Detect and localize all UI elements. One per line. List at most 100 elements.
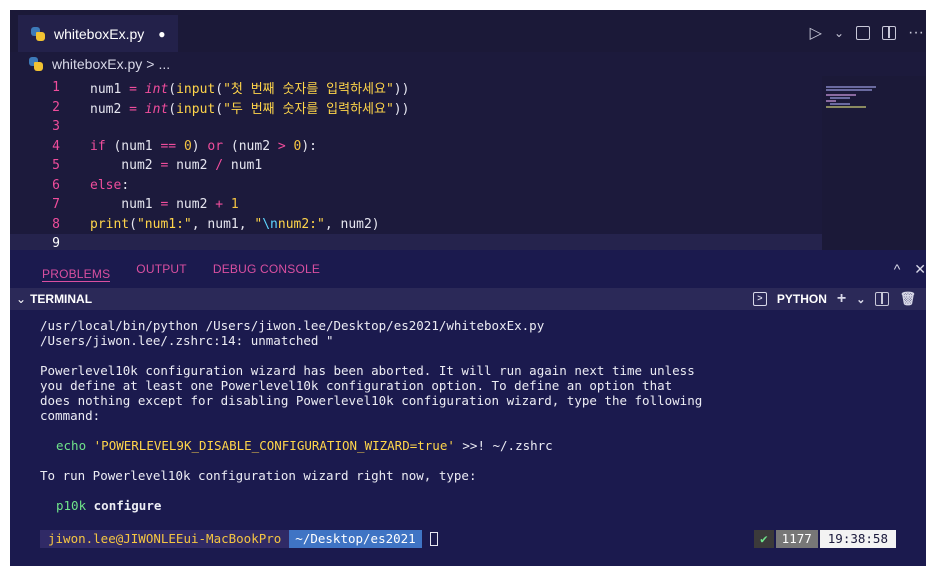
prompt-path: ~/Desktop/es2021 (289, 530, 422, 548)
code-token: num2 (168, 158, 216, 174)
code-token: num2 (90, 101, 130, 117)
terminal-line: you define at least one Powerlevel10k co… (40, 378, 673, 393)
code-token: (num1 (105, 138, 161, 154)
trash-icon[interactable]: 🗑 (899, 291, 916, 307)
code-token: input (176, 82, 216, 98)
terminal-echo-command: echo 'POWERLEVEL9K_DISABLE_CONFIGURATION… (56, 438, 553, 453)
terminal-shell-icon: > (752, 292, 767, 306)
editor-tab[interactable]: whiteboxEx.py ● (18, 15, 178, 52)
line-number: 1 (52, 80, 60, 96)
code-token: num2:" (277, 216, 325, 232)
tab-filename: whiteboxEx.py (54, 25, 145, 42)
code-token: + (215, 197, 224, 213)
prompt-time: 19:38:58 (819, 530, 896, 548)
code-token: ): (301, 138, 318, 154)
echo-redirect: >>! ~/.zshrc (454, 438, 553, 453)
code-text: num2 = num2 / num1 (90, 158, 262, 173)
code-token: ( (168, 82, 177, 98)
terminal-line: /Users/jiwon.lee/.zshrc:14: unmatched " (40, 333, 334, 348)
terminal-header[interactable]: ⌄ TERMINAL > PYTHON + ⌄ 🗑 (10, 288, 926, 310)
code-token: 0 (183, 138, 192, 154)
line-number: 2 (52, 99, 60, 115)
code-line[interactable]: 7 num1 = num2 + 1 (10, 195, 822, 215)
code-editor[interactable]: 1 num1 = int(input("첫 번째 숫자를 입력하세요")) 2 num… (10, 76, 926, 254)
code-line[interactable]: 6 else: (10, 176, 822, 196)
breadcrumb: whiteboxEx.py > ... (10, 52, 926, 76)
tab-bar: whiteboxEx.py ● ▷ ⌄ ··· (10, 10, 926, 52)
code-line[interactable]: 3 (10, 117, 822, 137)
status-check-icon: ✔ (754, 530, 774, 548)
chevron-down-icon[interactable]: ⌄ (16, 292, 26, 306)
minimap[interactable] (822, 76, 926, 250)
code-line[interactable]: 4 if (num1 == 0) or (num2 > 0): (10, 137, 822, 157)
history-count: 1177 (775, 530, 818, 548)
terminal-title: TERMINAL (30, 292, 93, 306)
unsaved-dot-icon[interactable]: ● (158, 27, 165, 41)
line-number: 5 (52, 158, 60, 174)
code-line[interactable]: 1 num1 = int(input("첫 번째 숫자를 입력하세요")) (10, 78, 822, 98)
code-token: num1 (223, 158, 263, 174)
code-line[interactable]: 2 num2 = int(input("두 번째 숫자를 입력하세요")) (10, 98, 822, 118)
breadcrumb-file[interactable]: whiteboxEx.py (52, 56, 142, 72)
close-panel-icon[interactable]: ✕ (914, 261, 926, 278)
code-token: / (215, 158, 224, 174)
code-token: ) (191, 138, 208, 154)
tab-debug-console[interactable]: DEBUG CONSOLE (213, 262, 320, 276)
open-preview-icon[interactable] (856, 26, 871, 40)
run-menu-chevron-icon[interactable]: ⌄ (834, 26, 844, 40)
code-token: "첫 번째 숫자를 입력하세요" (223, 82, 394, 98)
code-text: num1 = int(input("첫 번째 숫자를 입력하세요")) (90, 78, 409, 97)
line-number: 7 (52, 197, 60, 213)
code-token: if (90, 138, 106, 154)
code-token: ( (215, 82, 224, 98)
code-token: ( (215, 101, 224, 117)
code-token: \n (262, 216, 278, 232)
split-terminal-icon[interactable] (875, 292, 890, 306)
line-number: 3 (52, 119, 60, 135)
maximize-panel-icon[interactable]: ^ (894, 261, 901, 278)
more-actions-icon[interactable]: ··· (908, 24, 924, 42)
terminal-actions: > PYTHON + ⌄ 🗑 (752, 290, 916, 308)
code-token: 1 (230, 197, 239, 213)
terminal-output[interactable]: /usr/local/bin/python /Users/jiwon.lee/D… (10, 310, 926, 566)
prompt-user: jiwon.lee@JIWONLEEui-MacBookPro (40, 530, 290, 548)
run-icon[interactable]: ▷ (810, 23, 822, 43)
code-token: )) (393, 82, 410, 98)
terminal-menu-chevron-icon[interactable]: ⌄ (856, 293, 865, 306)
editor-actions: ▷ ⌄ ··· (810, 23, 924, 43)
line-number: 9 (52, 236, 60, 252)
line-number: 6 (52, 177, 60, 193)
code-token: int (144, 101, 169, 117)
terminal-cursor (429, 532, 438, 546)
code-token: )) (393, 101, 410, 117)
code-token: : (121, 177, 130, 193)
code-token: else (90, 177, 122, 193)
p10k-argument: configure (93, 498, 162, 513)
tab-problems[interactable]: PROBLEMS (42, 267, 111, 282)
code-token: num1 (90, 82, 130, 98)
echo-argument: 'POWERLEVEL9K_DISABLE_CONFIGURATION_WIZA… (93, 438, 455, 453)
code-text: print("num1:", num1, "\nnum2:", num2) (90, 217, 380, 232)
code-token: print (90, 216, 130, 232)
terminal-shell-label[interactable]: PYTHON (777, 292, 827, 306)
breadcrumb-trail[interactable]: ... (158, 56, 170, 72)
tab-output[interactable]: OUTPUT (136, 262, 187, 276)
python-file-icon (28, 56, 44, 72)
shell-prompt: jiwon.lee@JIWONLEEui-MacBookPro ~/Deskto… (40, 530, 438, 548)
code-line[interactable]: 5 num2 = num2 / num1 (10, 156, 822, 176)
line-number: 4 (52, 138, 60, 154)
split-editor-icon[interactable] (882, 26, 897, 40)
code-line[interactable]: 8 print("num1:", num1, "\nnum2:", num2) (10, 215, 822, 235)
breadcrumb-separator: > (146, 56, 155, 72)
new-terminal-icon[interactable]: + (837, 290, 846, 308)
code-text: else: (90, 178, 129, 193)
code-token: "num1:" (136, 216, 192, 232)
p10k-command: p10k (56, 498, 87, 513)
echo-command: echo (56, 438, 87, 453)
code-token: input (176, 101, 216, 117)
python-file-icon (30, 26, 46, 42)
vscode-window: whiteboxEx.py ● ▷ ⌄ ··· whiteboxEx.py > … (10, 10, 926, 566)
